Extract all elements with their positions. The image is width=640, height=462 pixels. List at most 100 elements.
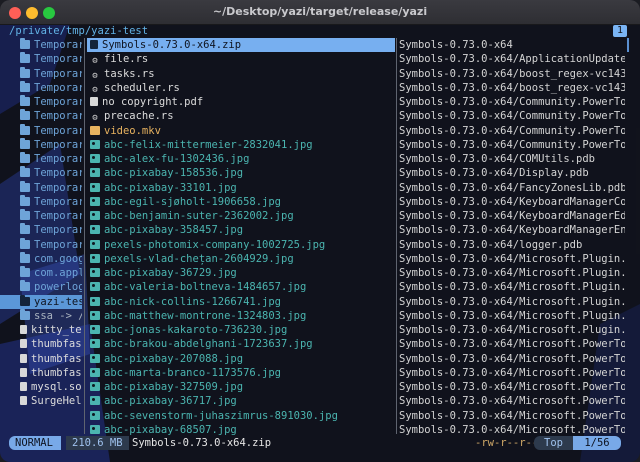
file-list-item[interactable]: abc-brakou-abdelghani-1723637.jpg	[87, 337, 395, 351]
image-icon	[90, 239, 100, 249]
archive-entry: Symbols-0.73.0-x64/Community.PowerToy	[399, 124, 625, 137]
file-list-item[interactable]: Temporar	[0, 80, 82, 95]
image-icon	[90, 339, 100, 349]
file-list-item[interactable]: ⚙ scheduler.rs	[87, 81, 395, 95]
archive-entry: Symbols-0.73.0-x64/Microsoft.PowerToy	[399, 423, 625, 436]
file-list-item[interactable]: Temporar	[0, 166, 82, 180]
file-list-item[interactable]: abc-egil-sjøholt-1906658.jpg	[87, 195, 395, 209]
file-list-item[interactable]: abc-pixabay-327509.jpg	[87, 380, 395, 394]
file-name: mysql.so	[31, 381, 82, 393]
file-list-item[interactable]: abc-matthew-montrone-1324803.jpg	[87, 309, 395, 323]
file-list-item[interactable]: Symbols-0.73.0-x64.zip	[87, 38, 395, 53]
archive-entry: Symbols-0.73.0-x64/FancyZonesLib.pdb	[399, 181, 625, 194]
file-list-item[interactable]: powerlog	[0, 280, 82, 294]
file-list-item[interactable]: Temporar	[0, 38, 82, 52]
file-list-item[interactable]: pexels-vlad-chețan-2604929.jpg	[87, 252, 395, 266]
file-list-item[interactable]: abc-pixabay-33101.jpg	[87, 181, 395, 195]
file-list-item[interactable]: abc-pixabay-36729.jpg	[87, 266, 395, 280]
file-list-item[interactable]: abc-felix-mittermeier-2832041.jpg	[87, 138, 395, 152]
file-name: abc-valeria-boltneva-1484657.jpg	[104, 281, 307, 294]
archive-entry: Symbols-0.73.0-x64/Community.PowerToy	[399, 110, 625, 123]
folder-icon	[20, 180, 30, 192]
file-list-item[interactable]: abc-nick-collins-1266741.jpg	[87, 295, 395, 309]
file-name: pexels-vlad-chețan-2604929.jpg	[104, 252, 294, 265]
file-list-item[interactable]: pexels-photomix-company-1002725.jpg	[87, 238, 395, 252]
archive-entry: Symbols-0.73.0-x64/Microsoft.Plugin.U	[399, 309, 625, 322]
file-list-item[interactable]: abc-valeria-boltneva-1484657.jpg	[87, 280, 395, 294]
video-icon	[90, 125, 100, 135]
archive-entry: Symbols-0.73.0-x64/Microsoft.Plugin.I	[399, 267, 625, 279]
file-list-item[interactable]: video.mkv	[87, 124, 395, 138]
archive-entry: Symbols-0.73.0-x64/KeyboardManagerCom	[399, 195, 625, 208]
file-list-item[interactable]: Temporar	[0, 66, 82, 81]
file-name: abc-marta-branco-1173576.jpg	[104, 366, 282, 379]
file-list-item[interactable]: Temporar	[0, 137, 82, 152]
file-list-item[interactable]: com.appl	[0, 266, 82, 280]
file-list-item[interactable]: abc-pixabay-207088.jpg	[87, 352, 395, 366]
image-icon	[90, 367, 100, 377]
file-name: Temporar	[34, 124, 82, 137]
archive-entry: Symbols-0.73.0-x64/Community.PowerToy	[399, 138, 625, 151]
symlink-icon	[20, 308, 30, 320]
file-list-item[interactable]: Temporar	[0, 194, 82, 209]
file-name: abc-pixabay-36729.jpg	[104, 267, 237, 279]
file-name: precache.rs	[104, 110, 174, 123]
file-list-item[interactable]: abc-pixabay-158536.jpg	[87, 166, 395, 180]
folder-icon	[20, 80, 30, 92]
file-name: ssa -> /	[34, 309, 82, 322]
file-list-item[interactable]: Temporar	[0, 209, 82, 223]
file-list-item[interactable]: mysql.so	[0, 380, 82, 394]
file-list-item[interactable]: abc-marta-branco-1173576.jpg	[87, 366, 395, 380]
folder-icon	[20, 38, 30, 49]
file-list-item[interactable]: abc-pixabay-68507.jpg	[87, 423, 395, 437]
parent-directory-pane: Temporar Temporar Temporar Temporar Temporar…	[0, 38, 82, 409]
archive-entry: Symbols-0.73.0-x64/Microsoft.PowerToy	[399, 352, 625, 365]
folder-icon	[20, 237, 30, 249]
file-name: Temporar	[34, 81, 82, 94]
file-list-item[interactable]: abc-sevenstorm-juhaszimrus-891030.jpg	[87, 409, 395, 423]
archive-entry: Symbols-0.73.0-x64/boost_regex-vc143-	[399, 67, 625, 80]
file-list-item[interactable]: Temporar	[0, 152, 82, 166]
terminal-window: ~/Desktop/yazi/target/release/yazi /priv…	[0, 0, 640, 462]
file-list-item[interactable]: Temporar	[0, 180, 82, 195]
file-list-item[interactable]: ssa -> /	[0, 308, 82, 323]
file-list-item[interactable]: Temporar	[0, 52, 82, 66]
file-name: Temporar	[34, 67, 82, 80]
file-list-item[interactable]: ⚙ tasks.rs	[87, 67, 395, 81]
preview-scrollbar[interactable]	[627, 38, 629, 52]
file-list-item[interactable]: Temporar	[0, 237, 82, 252]
file-list-item[interactable]: Temporar	[0, 109, 82, 123]
file-list-item[interactable]: thumbfas	[0, 352, 82, 366]
file-name: kitty_te	[31, 324, 82, 336]
file-list-item[interactable]: kitty_te	[0, 323, 82, 337]
image-icon	[90, 296, 100, 306]
image-icon	[90, 154, 100, 163]
file-list-item[interactable]: Temporar	[0, 223, 82, 237]
file-list-item[interactable]: Temporar	[0, 123, 82, 138]
tab-indicator[interactable]: 1	[613, 25, 627, 37]
archive-entry: Symbols-0.73.0-x64/Display.pdb	[399, 167, 589, 180]
archive-entry: Symbols-0.73.0-x64/boost_regex-vc143-	[399, 81, 625, 94]
file-list-item[interactable]: Temporar	[0, 95, 82, 109]
file-list-item[interactable]: yazi-tes	[0, 294, 82, 309]
archive-entry: Symbols-0.73.0-x64/Microsoft.Plugin.F	[399, 252, 625, 265]
file-name: Temporar	[34, 153, 82, 165]
file-icon	[20, 325, 27, 334]
file-name: Symbols-0.73.0-x64.zip	[102, 39, 242, 51]
file-list-item[interactable]: abc-pixabay-36717.jpg	[87, 394, 395, 408]
file-list-item[interactable]: abc-alex-fu-1302436.jpg	[87, 152, 395, 166]
file-list-item[interactable]: ⚙ precache.rs	[87, 109, 395, 123]
file-list-item[interactable]: com.goog	[0, 251, 82, 266]
file-list-item[interactable]: abc-benjamin-suter-2362002.jpg	[87, 209, 395, 223]
file-name: thumbfas	[31, 366, 82, 379]
file-list-item[interactable]: abc-jonas-kakaroto-736230.jpg	[87, 323, 395, 337]
image-icon	[90, 182, 100, 192]
file-list-item[interactable]: ⚙ file.rs	[87, 52, 395, 66]
image-icon	[90, 225, 100, 235]
file-list-item[interactable]: abc-pixabay-358457.jpg	[87, 223, 395, 237]
file-list-item[interactable]: SurgeHel	[0, 394, 82, 408]
file-list-item[interactable]: thumbfas	[0, 337, 82, 351]
file-list-item[interactable]: thumbfas	[0, 366, 82, 380]
file-name: abc-matthew-montrone-1324803.jpg	[104, 309, 307, 322]
file-list-item[interactable]: no copyright.pdf	[87, 95, 395, 109]
